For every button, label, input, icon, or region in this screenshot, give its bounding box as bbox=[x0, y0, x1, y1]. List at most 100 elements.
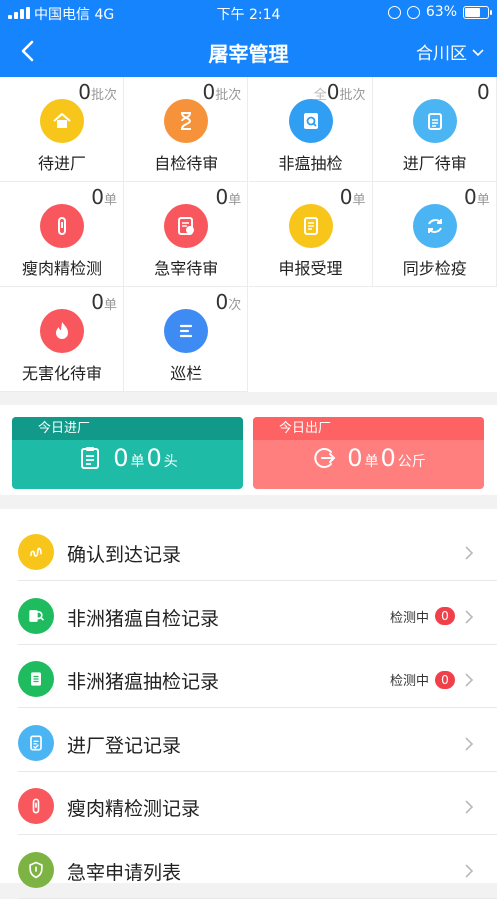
chevron-right-icon bbox=[465, 546, 474, 560]
grid-item-clenbuterol-test[interactable]: 0单瘦肉精检测 bbox=[0, 182, 124, 287]
grid-item-sync-quarantine[interactable]: 0单同步检疫 bbox=[372, 182, 497, 287]
grid-item-label: 无害化待审 bbox=[21, 364, 102, 383]
list-item-icon bbox=[18, 788, 54, 824]
grid-item-label: 进厂待审 bbox=[402, 154, 467, 173]
grid-item-label: 巡栏 bbox=[170, 364, 203, 383]
grid-item-count: 0单 bbox=[464, 185, 490, 209]
grid-item-non-plague-sample[interactable]: 全0批次非瘟抽检 bbox=[248, 77, 373, 182]
battery-percent: 63% bbox=[425, 4, 457, 20]
grid-item-count: 0单 bbox=[339, 185, 366, 209]
shield-icon bbox=[29, 861, 43, 878]
back-button[interactable] bbox=[14, 36, 44, 66]
status-label: 检测中 0 bbox=[390, 670, 455, 689]
hourglass-icon bbox=[181, 112, 192, 130]
list-item-label: 急宰申请列表 bbox=[67, 861, 182, 884]
grid-item-icon bbox=[164, 204, 209, 248]
list-icon bbox=[180, 324, 193, 338]
record-list: 确认到达记录 非洲猪瘟自检记录 检测中 0 非洲猪瘟抽检记录 检测中 0 进厂登记记录 瘦肉精检… bbox=[0, 509, 497, 899]
magnifier-doc-icon bbox=[303, 113, 318, 129]
grid-item-label: 自检待审 bbox=[154, 154, 219, 173]
grid-item-icon bbox=[40, 204, 84, 248]
list-item-arrival-confirm-records[interactable]: 确认到达记录 bbox=[0, 517, 497, 581]
test-tube-icon bbox=[32, 798, 40, 814]
count-badge: 0 bbox=[435, 670, 455, 689]
clipboard-list-icon bbox=[31, 672, 41, 686]
clipboard-icon bbox=[427, 113, 442, 130]
grid-item-icon bbox=[164, 309, 209, 353]
flame-icon bbox=[56, 322, 68, 339]
grid-item-icon bbox=[40, 309, 84, 353]
chevron-right-icon bbox=[465, 800, 474, 814]
list-item-label: 进厂登记记录 bbox=[67, 734, 182, 757]
clipboard-check-icon bbox=[30, 735, 42, 750]
list-item-label: 瘦肉精检测记录 bbox=[67, 798, 201, 820]
grid-item-entry-review[interactable]: 0 进厂待审 bbox=[372, 77, 497, 182]
list-item-icon bbox=[18, 851, 54, 888]
status-bar: 中国电信 4G 下午 2:14 63% bbox=[0, 0, 497, 26]
house-icon bbox=[53, 112, 71, 128]
alarm-icon bbox=[406, 5, 420, 19]
region-label: 合川区 bbox=[416, 44, 467, 64]
grid-item-count: 0批次 bbox=[202, 80, 242, 104]
today-exit-title: 今日出厂 bbox=[253, 417, 484, 440]
list-item-asf-sample-test-records[interactable]: 非洲猪瘟抽检记录 检测中 0 bbox=[0, 644, 497, 708]
region-selector[interactable]: 合川区 bbox=[416, 39, 485, 64]
grid-item-icon bbox=[40, 99, 84, 143]
chevron-right-icon bbox=[465, 736, 474, 751]
grid-item-icon bbox=[412, 204, 457, 248]
grid-item-icon bbox=[412, 99, 457, 143]
grid-item-emergency-review[interactable]: 0单急宰待审 bbox=[124, 182, 249, 287]
today-entry-card[interactable]: 今日进厂 0 单 0 头 bbox=[12, 417, 243, 489]
chevron-right-icon bbox=[465, 863, 474, 878]
status-label: 检测中 0 bbox=[390, 607, 455, 626]
grid-item-pen-patrol[interactable]: 0次巡栏 bbox=[124, 287, 249, 392]
grid-item-count: 0 bbox=[477, 80, 490, 104]
route-icon bbox=[30, 547, 42, 557]
grid-item-declaration-accept[interactable]: 0单申报受理 bbox=[248, 182, 373, 287]
task-grid: 0批次 待进厂 0批次 自检待审 全0批次 非瘟抽检 0 进厂待审 0单 瘦肉精检测 0单 急宰待审 0… bbox=[0, 77, 497, 392]
today-exit-card[interactable]: 今日出厂 0 单 0 公斤 bbox=[253, 417, 484, 489]
list-item-entry-register-records[interactable]: 进厂登记记录 bbox=[0, 708, 497, 772]
chevron-right-icon bbox=[465, 609, 474, 624]
grid-item-count: 0单 bbox=[91, 290, 117, 314]
list-item-icon bbox=[18, 534, 54, 570]
grid-item-label: 同步检疫 bbox=[402, 259, 467, 278]
list-item-label: 非洲猪瘟抽检记录 bbox=[67, 671, 220, 693]
clipboard-icon bbox=[81, 447, 100, 469]
doc-clock-icon bbox=[178, 217, 195, 235]
grid-item-icon bbox=[164, 99, 209, 143]
grid-item-count: 0单 bbox=[215, 185, 242, 209]
scroll-icon bbox=[303, 217, 318, 235]
list-item-asf-self-test-records[interactable]: 非洲猪瘟自检记录 检测中 0 bbox=[0, 581, 497, 645]
list-item-clenbuterol-records[interactable]: 瘦肉精检测记录 bbox=[0, 771, 497, 835]
list-item-label: 确认到达记录 bbox=[67, 544, 182, 566]
list-item-icon bbox=[18, 661, 54, 697]
list-item-emergency-apply-list[interactable]: 急宰申请列表 bbox=[0, 835, 497, 899]
today-entry-title: 今日进厂 bbox=[12, 417, 243, 440]
chevron-right-icon bbox=[465, 673, 474, 687]
today-entry-heads: 0 bbox=[146, 444, 162, 472]
count-badge: 0 bbox=[435, 607, 455, 625]
today-entry-orders: 0 bbox=[113, 444, 129, 472]
grid-item-icon bbox=[288, 99, 333, 143]
grid-item-label: 瘦肉精检测 bbox=[21, 259, 102, 278]
grid-item-pending-entry[interactable]: 0批次 待进厂 bbox=[0, 77, 124, 182]
grid-item-count: 0次 bbox=[215, 290, 242, 314]
doc-search-icon bbox=[29, 609, 45, 622]
grid-item-self-test-review[interactable]: 0批次自检待审 bbox=[124, 77, 249, 182]
today-exit-weight: 0 bbox=[380, 444, 396, 472]
sync-icon bbox=[427, 219, 442, 233]
list-item-label: 非洲猪瘟自检记录 bbox=[67, 607, 220, 630]
test-tube-icon bbox=[58, 217, 66, 235]
grid-item-label: 急宰待审 bbox=[154, 259, 219, 278]
grid-item-label: 非瘟抽检 bbox=[278, 154, 343, 173]
grid-item-count: 0单 bbox=[91, 185, 117, 209]
chevron-left-icon bbox=[21, 40, 34, 62]
grid-item-label: 申报受理 bbox=[278, 259, 343, 278]
grid-item-count: 全0批次 bbox=[313, 80, 366, 104]
navbar: 屠宰管理 合川区 bbox=[0, 26, 497, 77]
grid-item-harmless-review[interactable]: 0单无害化待审 bbox=[0, 287, 124, 392]
list-item-icon bbox=[18, 597, 54, 634]
today-exit-orders: 0 bbox=[347, 444, 363, 472]
today-summary: 今日进厂 0 单 0 头 今日出厂 0 单 0 公斤 bbox=[0, 405, 497, 495]
